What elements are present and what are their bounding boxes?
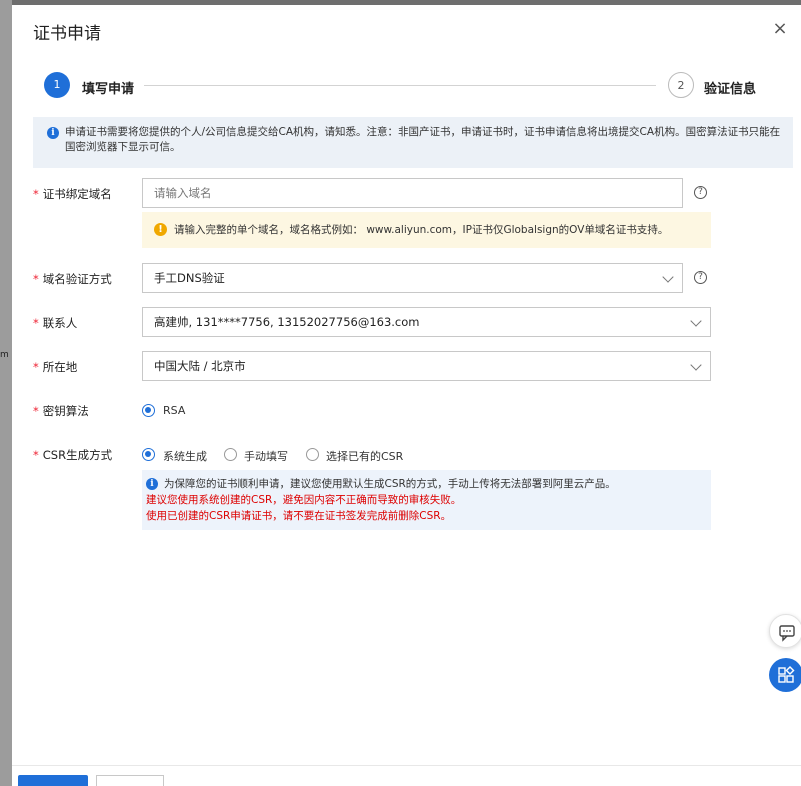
csr-method-label: * CSR生成方式 bbox=[33, 448, 113, 462]
domain-label: * 证书绑定域名 bbox=[33, 187, 112, 201]
chevron-down-icon bbox=[690, 359, 702, 371]
key-algorithm-label: * 密钥算法 bbox=[33, 404, 89, 418]
certificate-application-dialog: 证书申请 × 1 填写申请 2 验证信息 i 申请证书需要将您提供的个人/公司信… bbox=[12, 5, 801, 786]
chevron-down-icon bbox=[662, 271, 674, 283]
background-page: m bbox=[0, 0, 12, 786]
verify-method-value: 手工DNS验证 bbox=[154, 271, 225, 285]
close-icon[interactable]: × bbox=[771, 20, 789, 38]
step-1-number: 1 bbox=[44, 72, 70, 98]
step-connector bbox=[144, 85, 656, 86]
domain-hint-text: 请输入完整的单个域名，域名格式例如： www.aliyun.com，IP证书仅G… bbox=[174, 224, 669, 236]
domain-hint: ! 请输入完整的单个域名，域名格式例如： www.aliyun.com，IP证书… bbox=[142, 212, 711, 248]
location-value: 中国大陆 / 北京市 bbox=[154, 359, 246, 373]
location-select[interactable]: 中国大陆 / 北京市 bbox=[142, 351, 711, 381]
verify-method-label: * 域名验证方式 bbox=[33, 272, 112, 286]
csr-info-box: i 为保障您的证书顺利申请，建议您使用默认生成CSR的方式，手动上传将无法部署到… bbox=[142, 470, 711, 530]
background-text: m bbox=[0, 350, 9, 360]
warning-icon: ! bbox=[154, 223, 167, 236]
step-2-label: 验证信息 bbox=[704, 82, 757, 97]
csr-manual-radio[interactable] bbox=[224, 448, 237, 461]
rsa-radio[interactable] bbox=[142, 404, 155, 417]
csr-system-radio[interactable] bbox=[142, 448, 155, 461]
step-1-label: 填写申请 bbox=[82, 82, 135, 97]
rsa-label: RSA bbox=[163, 404, 186, 417]
location-label: * 所在地 bbox=[33, 360, 78, 374]
csr-existing-label: 选择已有的CSR bbox=[326, 450, 404, 463]
csr-system-label: 系统生成 bbox=[163, 450, 207, 463]
apps-button[interactable] bbox=[769, 658, 801, 692]
grid-apps-icon bbox=[778, 665, 795, 683]
contact-label: * 联系人 bbox=[33, 316, 78, 330]
feedback-button[interactable] bbox=[769, 614, 801, 648]
chat-icon bbox=[779, 625, 795, 642]
dialog-header: 证书申请 × bbox=[12, 5, 801, 57]
next-button[interactable] bbox=[18, 775, 88, 786]
contact-value: 高建帅, 131****7756, 13152027756@163.com bbox=[154, 315, 420, 329]
csr-existing-radio[interactable] bbox=[306, 448, 319, 461]
footer-divider bbox=[12, 765, 801, 766]
help-icon[interactable]: ? bbox=[694, 271, 707, 284]
notice-text: 申请证书需要将您提供的个人/公司信息提交给CA机构，请知悉。注意：非国产证书，申… bbox=[65, 126, 781, 153]
info-icon: i bbox=[47, 127, 59, 139]
notice-banner: i 申请证书需要将您提供的个人/公司信息提交给CA机构，请知悉。注意：非国产证书… bbox=[33, 117, 793, 168]
step-2-number: 2 bbox=[668, 72, 694, 98]
csr-manual-label: 手动填写 bbox=[244, 450, 288, 463]
step-indicator: 1 填写申请 2 验证信息 bbox=[44, 72, 789, 100]
csr-info-text: 为保障您的证书顺利申请，建议您使用默认生成CSR的方式，手动上传将无法部署到阿里… bbox=[164, 478, 616, 490]
chevron-down-icon bbox=[690, 315, 702, 327]
domain-input[interactable]: 请输入域名 bbox=[142, 178, 683, 208]
help-icon[interactable]: ? bbox=[694, 186, 707, 199]
cancel-button[interactable] bbox=[96, 775, 164, 786]
info-icon: i bbox=[146, 478, 158, 490]
csr-info-line: i 为保障您的证书顺利申请，建议您使用默认生成CSR的方式，手动上传将无法部署到… bbox=[146, 476, 711, 492]
contact-select[interactable]: 高建帅, 131****7756, 13152027756@163.com bbox=[142, 307, 711, 337]
verify-method-select[interactable]: 手工DNS验证 bbox=[142, 263, 683, 293]
csr-warning-1: 建议您使用系统创建的CSR，避免因内容不正确而导致的审核失败。 bbox=[146, 494, 462, 506]
dialog-title: 证书申请 bbox=[33, 24, 101, 44]
csr-warning-2: 使用已创建的CSR申请证书，请不要在证书签发完成前删除CSR。 bbox=[146, 510, 452, 522]
